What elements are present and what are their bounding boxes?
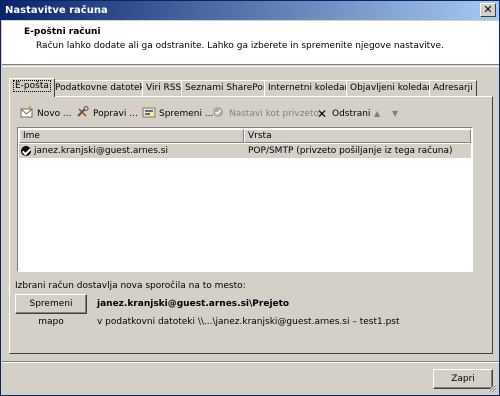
default-account-check-icon — [21, 146, 31, 156]
new-account-label: Novo ... — [37, 109, 72, 119]
repair-account-label: Popravi ... — [93, 109, 138, 119]
resize-grip-icon[interactable] — [486, 382, 497, 393]
delivery-label: Izbrani račun dostavlja nova sporočila n… — [15, 281, 246, 291]
header-divider — [2, 66, 499, 67]
data-file-path: v podatkovni datoteki \\...\janez.kranjs… — [97, 317, 400, 327]
title-bar: Nastavitve računa ✕ — [1, 1, 499, 20]
move-up-button[interactable]: ▲ — [374, 105, 380, 123]
change-account-button[interactable]: Spremeni ... — [142, 105, 213, 123]
new-account-button[interactable]: Novo ... — [20, 105, 72, 123]
tab-published-calendars[interactable]: Objavljeni koledarji — [346, 80, 441, 96]
remove-account-button[interactable]: ✕ Odstrani — [315, 105, 370, 123]
tab-email-label: E-pošta — [13, 80, 51, 92]
remove-x-icon: ✕ — [316, 107, 328, 121]
email-tab-panel: Novo ... Popravi ... Spremeni ... Nastav… — [9, 96, 493, 354]
tab-rss-feeds[interactable]: Viri RSS — [142, 80, 186, 96]
delivery-folder: janez.kranjski@guest.arnes.si\Prejeto — [97, 299, 290, 309]
dialog-header: E-poštni računi Račun lahko dodate ali g… — [2, 21, 499, 65]
tab-data-files[interactable]: Podatkovne datoteke — [51, 80, 154, 96]
close-button[interactable]: Zapri — [433, 369, 493, 389]
repair-tools-icon — [77, 106, 89, 117]
header-description: Račun lahko dodate ali ga odstranite. La… — [36, 41, 444, 51]
column-header-name[interactable]: Ime — [19, 129, 244, 143]
account-toolbar: Novo ... Popravi ... Spremeni ... Nastav… — [20, 105, 480, 123]
account-settings-window: Nastavitve računa ✕ E-poštni računi Raču… — [0, 0, 500, 396]
accounts-list[interactable]: Ime Vrsta janez.kranjski@guest.arnes.si … — [17, 127, 473, 272]
tab-internet-calendars[interactable]: Internetni koledarji — [264, 80, 358, 96]
column-header-type[interactable]: Vrsta — [244, 129, 471, 143]
set-default-button[interactable]: Nastavi kot privzeto — [212, 105, 319, 123]
tab-address-books[interactable]: Adresarji — [429, 80, 477, 96]
set-default-check-icon — [213, 107, 223, 117]
change-account-label: Spremeni ... — [159, 109, 214, 119]
move-down-button[interactable]: ▼ — [392, 105, 398, 123]
footer-divider — [2, 361, 499, 363]
header-title: E-poštni računi — [24, 27, 101, 37]
account-name-cell: janez.kranjski@guest.arnes.si — [34, 146, 168, 156]
window-title: Nastavitve računa — [5, 5, 108, 16]
new-mail-icon — [20, 106, 33, 118]
accounts-list-header: Ime Vrsta — [19, 129, 471, 143]
change-settings-icon — [142, 107, 156, 118]
change-folder-button[interactable]: Spremeni mapo — [15, 294, 87, 327]
remove-account-label: Odstrani — [332, 109, 371, 119]
repair-account-button[interactable]: Popravi ... — [76, 105, 138, 123]
close-window-button[interactable]: ✕ — [480, 3, 496, 17]
tab-strip: E-pošta Podatkovne datoteke Viri RSS Sez… — [9, 78, 493, 97]
tab-email[interactable]: E-pošta — [9, 78, 55, 97]
account-type-cell: POP/SMTP (privzeto pošiljanje iz tega ra… — [248, 146, 453, 156]
set-default-label: Nastavi kot privzeto — [229, 109, 319, 119]
table-row[interactable]: janez.kranjski@guest.arnes.si POP/SMTP (… — [19, 144, 471, 158]
